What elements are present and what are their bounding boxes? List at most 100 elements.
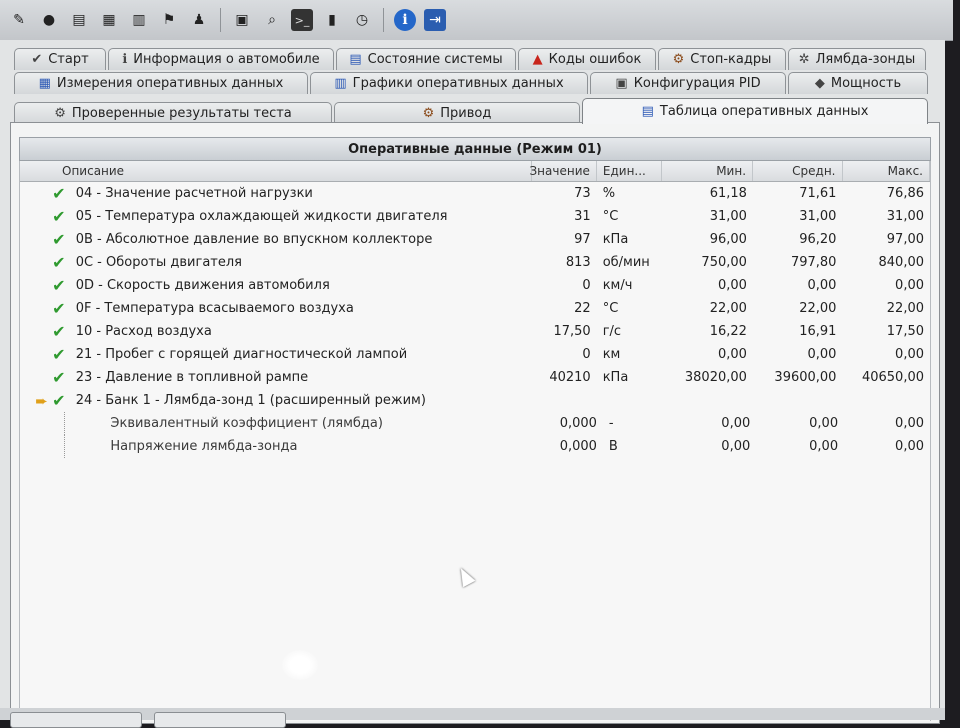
row-marker: [20, 205, 48, 228]
cell-avg: 96,20: [799, 232, 837, 247]
clipboard-icon[interactable]: ▣: [231, 9, 253, 31]
table-subrow[interactable]: Эквивалентный коэффициент (лямбда) 0,000-…: [20, 412, 930, 435]
checkmark-icon: ✔: [52, 299, 66, 318]
column-header-min[interactable]: Мин.: [662, 161, 754, 181]
edit-icon[interactable]: ✎: [8, 9, 30, 31]
cell-avg: 0,00: [807, 347, 837, 362]
tab-row-3: ⚙ Проверенные результаты теста ⚙ Привод ▤ Т…: [14, 94, 930, 124]
table-row[interactable]: ➨ ✔ 24 - Банк 1 - Лямбда-зонд 1 (расширенн…: [20, 389, 930, 412]
cell-min: 16,22: [709, 324, 747, 339]
exit-icon[interactable]: ⇥: [424, 9, 446, 31]
tab-pid-config[interactable]: ▣ Конфигурация PID: [590, 72, 786, 94]
cell-description: 0F - Температура всасываемого воздуха: [75, 301, 354, 316]
cell-value: 0: [582, 278, 591, 293]
terminal-icon[interactable]: >_: [291, 9, 313, 31]
cell-unit: км/ч: [602, 278, 633, 293]
table-row[interactable]: ✔ 10 - Расход воздуха 17,50 г/с 16,22 16,91 17…: [20, 320, 930, 343]
engine-icon: ⚙: [672, 52, 685, 67]
toolbar-separator: [220, 8, 221, 32]
column-header-unit[interactable]: Един...: [597, 161, 662, 181]
cell-min: [661, 389, 753, 412]
bottom-button-right[interactable]: [154, 712, 286, 728]
tab-error-codes[interactable]: ▲ Коды ошибок: [518, 48, 656, 70]
report-icon: ▤: [349, 52, 362, 67]
cell-value: 97: [574, 232, 591, 247]
run-icon[interactable]: ⚑: [158, 9, 180, 31]
checkmark-icon: ✔: [52, 345, 66, 364]
gear-icon: ⚙: [54, 106, 66, 121]
tab-lambda-sensors[interactable]: ✲ Лямбда-зонды: [788, 48, 926, 70]
cell-unit: [597, 389, 662, 412]
disc-icon[interactable]: ●: [38, 9, 60, 31]
table-subrow[interactable]: Напряжение лямбда-зонда 0,000 В 0,00 0,00 0,0…: [20, 435, 930, 458]
table-row[interactable]: ✔ 05 - Температура охлаждающей жидкости д…: [20, 205, 930, 228]
info-icon[interactable]: i: [394, 9, 416, 31]
cell-min: 22,00: [709, 301, 747, 316]
cell-description: 05 - Температура охлаждающей жидкости дв…: [75, 209, 448, 224]
cell-min: 0,00: [717, 347, 747, 362]
document-icon[interactable]: ▤: [68, 9, 90, 31]
cell-avg: 22,00: [799, 301, 837, 316]
grid-body: ✔ 04 - Значение расчетной нагрузки 73% 61,1…: [20, 182, 930, 458]
cell-value: 40210: [549, 370, 591, 385]
table-row[interactable]: ✔ 0D - Скорость движения автомобиля 0 км/ч 0…: [20, 274, 930, 297]
cell-description: 21 - Пробег с горящей диагностической ла…: [75, 347, 408, 362]
table-row[interactable]: ✔ 04 - Значение расчетной нагрузки 73% 61,1…: [20, 182, 930, 205]
checkmark-icon: ✔: [52, 184, 66, 203]
cell-value: 813: [565, 255, 591, 270]
column-header-avg[interactable]: Средн.: [753, 161, 843, 181]
column-header-max[interactable]: Макс.: [843, 161, 930, 181]
cell-max: 0,00: [895, 278, 924, 293]
cell-min: 0,00: [721, 439, 751, 454]
table-row[interactable]: ✔ 0C - Обороты двигателя 813 об/мин 750,00 79…: [20, 251, 930, 274]
cell-value: 0,000: [559, 416, 597, 431]
cell-unit: -: [608, 416, 614, 431]
cell-unit: кПа: [602, 232, 629, 247]
tab-row-1: ✔ Старт ℹ Информация о автомобиле ▤ Состоян…: [14, 46, 928, 70]
checkmark-icon: ✔: [52, 230, 66, 249]
cell-max: 40650,00: [861, 370, 924, 385]
column-header-description[interactable]: Описание: [20, 161, 532, 181]
table-row[interactable]: ✔ 0B - Абсолютное давление во впускном ко…: [20, 228, 930, 251]
table-row[interactable]: ✔ 21 - Пробег с горящей диагностической л…: [20, 343, 930, 366]
tab-vehicle-info[interactable]: ℹ Информация о автомобиле: [108, 48, 334, 70]
screen-glare: [282, 650, 318, 680]
grid-icon[interactable]: ▦: [98, 9, 120, 31]
tab-drive[interactable]: ⚙ Привод: [334, 102, 580, 124]
tab-live-measurements[interactable]: ▦ Измерения оперативных данных: [14, 72, 308, 94]
row-marker: [20, 274, 48, 297]
cell-unit: км: [602, 347, 621, 362]
tab-freeze-frames[interactable]: ⚙ Стоп-кадры: [658, 48, 786, 70]
checkmark-icon: ✔: [52, 368, 66, 387]
search-icon[interactable]: ⌕: [261, 9, 283, 31]
tab-start[interactable]: ✔ Старт: [14, 48, 106, 70]
tab-live-graphs[interactable]: ▥ Графики оперативных данных: [310, 72, 588, 94]
cell-description: 10 - Расход воздуха: [75, 324, 212, 339]
column-header-value[interactable]: Значение: [529, 161, 597, 181]
table-row[interactable]: ✔ 23 - Давление в топливной рампе 40210 кПа…: [20, 366, 930, 389]
table-row[interactable]: ✔ 0F - Температура всасываемого воздуха 22…: [20, 297, 930, 320]
cell-min: 61,18: [709, 186, 747, 201]
cell-value: [532, 389, 597, 412]
person-icon[interactable]: ♟: [188, 9, 210, 31]
chart-icon[interactable]: ▥: [128, 9, 150, 31]
bottom-button-left[interactable]: [10, 712, 142, 728]
cell-description: 0B - Абсолютное давление во впускном кол…: [75, 232, 433, 247]
cell-description: Напряжение лямбда-зонда: [110, 439, 298, 454]
warning-icon: ▲: [532, 52, 543, 67]
info-icon: ℹ: [122, 52, 128, 67]
tab-power[interactable]: ◆ Мощность: [788, 72, 928, 94]
cell-value: 17,50: [553, 324, 591, 339]
cell-unit: г/с: [602, 324, 622, 339]
tab-live-data-table[interactable]: ▤ Таблица оперативных данных: [582, 98, 928, 124]
live-data-grid[interactable]: Описание Значение Един... Мин. Средн. Ма…: [19, 161, 931, 721]
tab-system-status[interactable]: ▤ Состояние системы: [336, 48, 516, 70]
cell-value: 22: [574, 301, 591, 316]
cell-unit: кПа: [602, 370, 629, 385]
phone-icon[interactable]: ▮: [321, 9, 343, 31]
row-marker: [20, 228, 48, 251]
clock-icon[interactable]: ◷: [351, 9, 373, 31]
cell-max: 840,00: [878, 255, 925, 270]
tab-test-results[interactable]: ⚙ Проверенные результаты теста: [14, 102, 332, 124]
